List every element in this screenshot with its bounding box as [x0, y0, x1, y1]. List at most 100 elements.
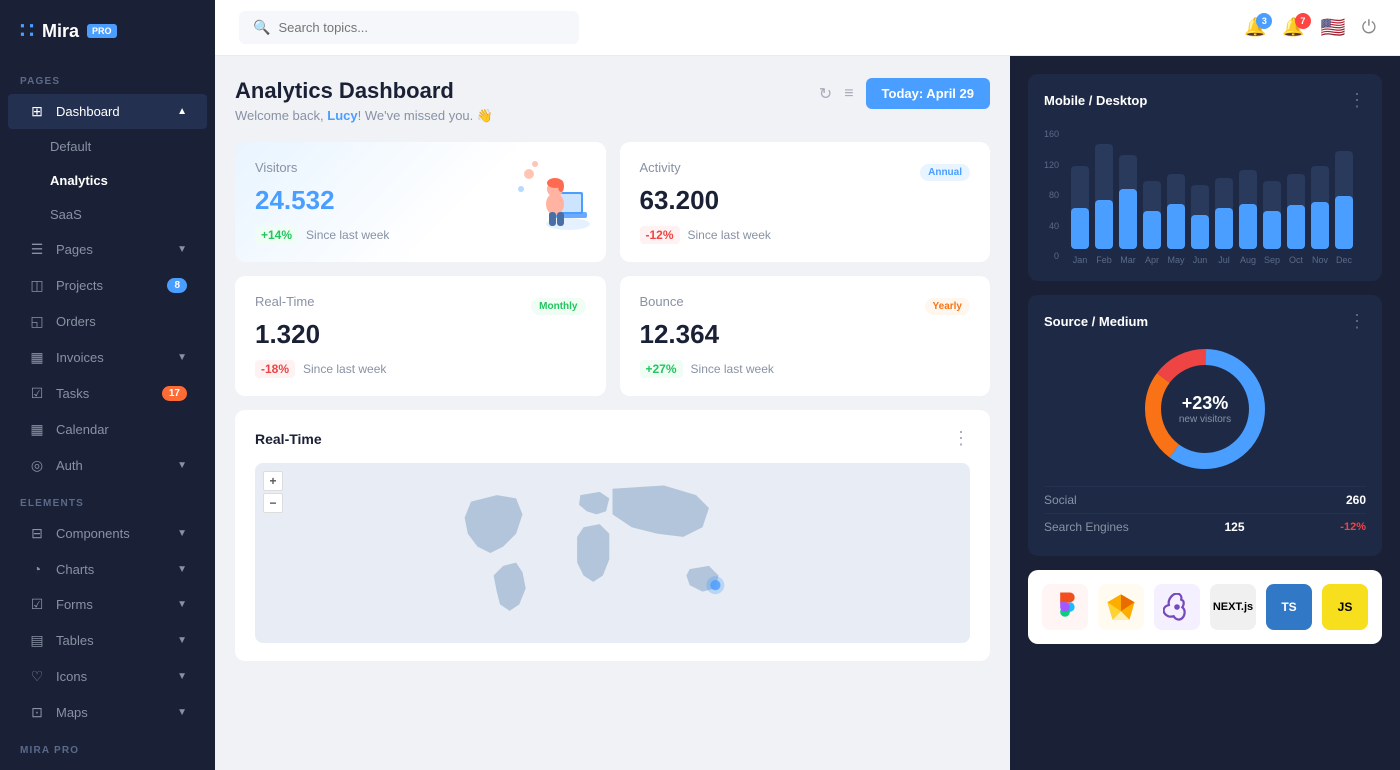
tech-logos-panel: NEXT.js TS JS	[1028, 570, 1382, 644]
tasks-badge: 17	[162, 386, 187, 401]
map-title: Real-Time	[255, 431, 322, 447]
activity-value: 63.200	[640, 185, 971, 216]
sidebar-item-pages[interactable]: ☰ Pages ▼	[8, 232, 207, 267]
refresh-icon[interactable]: ↻	[819, 84, 832, 104]
bar-label: May	[1168, 255, 1185, 265]
bar-outer	[1071, 166, 1089, 249]
activity-change: -12%	[640, 226, 680, 244]
sidebar-item-charts[interactable]: ◔ Charts ▼	[8, 552, 207, 586]
donut-value: +23%	[1179, 393, 1231, 414]
map-more-icon[interactable]: ⋮	[952, 428, 970, 449]
logo-text: Mira	[42, 21, 79, 42]
today-button[interactable]: Today: April 29	[866, 78, 990, 109]
power-icon: ⏻	[1362, 17, 1376, 37]
bar-group: Oct	[1287, 174, 1305, 265]
sidebar-item-icons[interactable]: ♡ Icons ▼	[8, 659, 207, 694]
chevron-icon: ▼	[177, 599, 187, 610]
tables-icon: ▤	[28, 632, 46, 649]
visitors-change: +14%	[255, 226, 298, 244]
source-more-icon[interactable]: ⋮	[1348, 311, 1366, 332]
sidebar-item-invoices[interactable]: ▦ Invoices ▼	[8, 340, 207, 375]
bar-outer	[1239, 170, 1257, 249]
sidebar-item-orders[interactable]: ◱ Orders	[8, 304, 207, 339]
sidebar-item-label: Tables	[56, 633, 94, 648]
sidebar-item-projects[interactable]: ◫ Projects 8	[8, 268, 207, 303]
map-zoom-out[interactable]: −	[263, 493, 283, 513]
activity-footer: -12% Since last week	[640, 226, 971, 244]
sidebar-item-maps[interactable]: ⊡ Maps ▼	[8, 695, 207, 730]
visitors-illustration	[513, 154, 598, 239]
bar-inner	[1191, 215, 1209, 249]
alerts-button[interactable]: 🔔 7	[1282, 17, 1304, 38]
sidebar-item-components[interactable]: ⊟ Components ▼	[8, 516, 207, 551]
bounce-value: 12.364	[640, 319, 971, 350]
map-area: + −	[255, 463, 970, 643]
bounce-card: Bounce Yearly 12.364 +27% Since last wee…	[620, 276, 991, 396]
filter-icon[interactable]: ≡	[844, 85, 853, 103]
chevron-icon: ▼	[177, 564, 187, 575]
sketch-logo	[1098, 584, 1144, 630]
bar-chart-bars: Jan Feb Mar Apr May Jun Jul Aug	[1067, 125, 1357, 265]
bar-inner	[1143, 211, 1161, 249]
bar-label: Jun	[1193, 255, 1208, 265]
bar-outer	[1143, 181, 1161, 249]
bar-outer	[1119, 155, 1137, 249]
sidebar-item-label: Components	[56, 526, 130, 541]
orders-icon: ◱	[28, 313, 46, 330]
search-input[interactable]	[278, 20, 565, 35]
sidebar-item-default[interactable]: Default	[8, 130, 207, 163]
bar-label: Jul	[1218, 255, 1230, 265]
chevron-icon: ▼	[177, 528, 187, 539]
nextjs-logo: NEXT.js	[1210, 584, 1256, 630]
maps-icon: ⊡	[28, 704, 46, 721]
sidebar-item-calendar[interactable]: ▦ Calendar	[8, 412, 207, 447]
source-row-search: Search Engines 125 -12%	[1044, 513, 1366, 540]
notifications-button[interactable]: 🔔 3	[1244, 17, 1266, 38]
page-title: Analytics Dashboard	[235, 78, 493, 104]
sidebar-item-label: Charts	[56, 562, 94, 577]
bar-group: Feb	[1095, 144, 1113, 265]
sidebar-item-tasks[interactable]: ☑ Tasks 17	[8, 376, 207, 411]
sidebar-item-forms[interactable]: ☑ Forms ▼	[8, 587, 207, 622]
mobile-desktop-chart: Mobile / Desktop ⋮ 160 120 80 40 0	[1028, 74, 1382, 281]
sidebar-item-label: Auth	[56, 458, 83, 473]
bar-inner	[1119, 189, 1137, 249]
sidebar-item-analytics[interactable]: Analytics	[8, 164, 207, 197]
bar-group: Mar	[1119, 155, 1137, 265]
map-controls: + −	[263, 471, 283, 513]
donut-label: new visitors	[1179, 414, 1231, 425]
chart-more-icon[interactable]: ⋮	[1348, 90, 1366, 111]
projects-icon: ◫	[28, 277, 46, 294]
power-button[interactable]: ⏻	[1362, 17, 1376, 38]
sidebar-item-saas[interactable]: SaaS	[8, 198, 207, 231]
elements-section-label: ELEMENTS	[0, 484, 215, 515]
sidebar-item-auth[interactable]: ◎ Auth ▼	[8, 448, 207, 483]
language-selector[interactable]: 🇺🇸	[1321, 15, 1346, 40]
sidebar-item-tables[interactable]: ▤ Tables ▼	[8, 623, 207, 658]
javascript-logo: JS	[1322, 584, 1368, 630]
logo-icon: ∷	[20, 18, 34, 44]
bar-inner	[1215, 208, 1233, 249]
sidebar-item-label: Analytics	[50, 173, 108, 188]
realtime-value: 1.320	[255, 319, 586, 350]
visitors-card: Visitors 24.532 +14% Since last week	[235, 142, 606, 262]
bar-inner	[1335, 196, 1353, 249]
main-content: Analytics Dashboard Welcome back, Lucy! …	[215, 56, 1010, 770]
source-medium-panel: Source / Medium ⋮	[1028, 295, 1382, 556]
bar-outer	[1167, 174, 1185, 249]
tasks-icon: ☑	[28, 385, 46, 402]
sidebar-item-label: Maps	[56, 705, 88, 720]
search-icon: 🔍	[253, 19, 270, 36]
projects-badge: 8	[167, 278, 187, 293]
bar-inner	[1071, 208, 1089, 249]
map-zoom-in[interactable]: +	[263, 471, 283, 491]
bar-label: Jan	[1073, 255, 1088, 265]
bar-outer	[1191, 185, 1209, 249]
redux-logo	[1154, 584, 1200, 630]
search-bar[interactable]: 🔍	[239, 11, 579, 44]
bar-inner	[1167, 204, 1185, 249]
bounce-footer: +27% Since last week	[640, 360, 971, 378]
sidebar-item-dashboard[interactable]: ⊞ Dashboard ▲	[8, 94, 207, 129]
bar-label: Feb	[1096, 255, 1112, 265]
bar-inner	[1239, 204, 1257, 249]
